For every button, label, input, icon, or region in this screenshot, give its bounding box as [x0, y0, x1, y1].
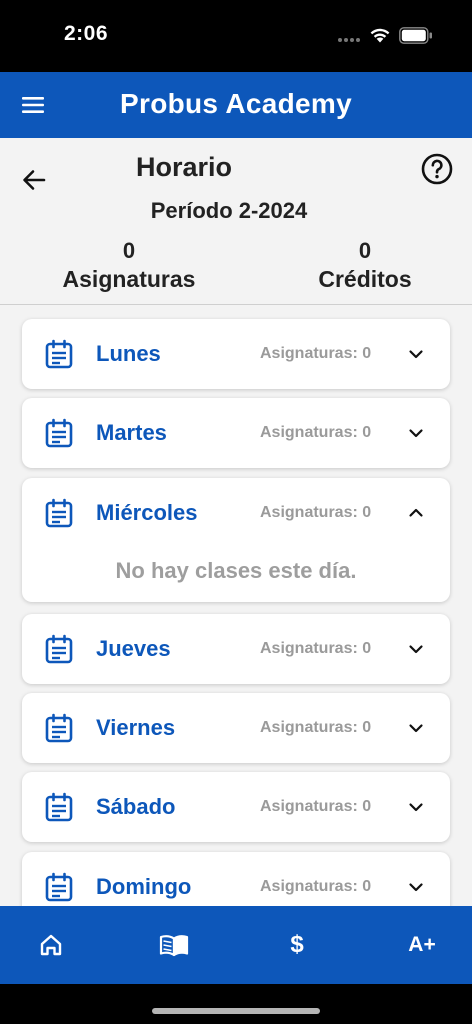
book-icon[interactable] [158, 928, 190, 962]
day-name: Lunes [96, 341, 161, 366]
day-card-sabado[interactable]: Sábado Asignaturas: 0 [22, 772, 450, 842]
chevron-down-icon [409, 350, 423, 359]
home-bar [0, 984, 472, 1024]
subject-count: Asignaturas: 0 [260, 424, 372, 441]
schedule-screen: Horario Período 2-2024 0 Asignaturas 0 C… [0, 138, 472, 906]
help-icon[interactable] [420, 152, 454, 186]
page-title: Horario [135, 152, 233, 182]
subjects-count: 0 [122, 238, 136, 263]
calendar-icon [45, 418, 73, 448]
chevron-down-icon [409, 724, 423, 733]
subject-count: Asignaturas: 0 [260, 640, 372, 657]
subject-count: Asignaturas: 0 [260, 798, 372, 815]
chevron-down-icon [409, 803, 423, 812]
day-card-martes[interactable]: Martes Asignaturas: 0 [22, 398, 450, 468]
bottom-nav: $ A+ [0, 906, 472, 984]
calendar-icon [45, 634, 73, 664]
battery-icon [399, 27, 432, 44]
calendar-icon [45, 339, 73, 369]
subject-count: Asignaturas: 0 [260, 504, 372, 521]
day-name: Domingo [96, 874, 192, 899]
app-bar: Probus Academy [0, 72, 472, 138]
chevron-up-icon [409, 508, 423, 517]
day-name: Viernes [96, 715, 176, 740]
wifi-icon [370, 28, 390, 43]
divider [0, 304, 472, 305]
chevron-down-icon [409, 429, 423, 438]
chevron-down-icon [409, 645, 423, 654]
credits-label: Créditos [318, 266, 412, 292]
day-name: Jueves [96, 636, 171, 661]
subjects-label: Asignaturas [62, 266, 196, 292]
day-card-jueves[interactable]: Jueves Asignaturas: 0 [22, 614, 450, 684]
calendar-icon [45, 792, 73, 822]
status-bar: 2:06 [0, 0, 472, 72]
payments-tab[interactable]: $ [284, 928, 310, 962]
subjects-stat: 0 Asignaturas [44, 238, 214, 294]
day-name: Martes [96, 420, 167, 445]
period-label: Período 2-2024 [150, 198, 308, 223]
day-card-lunes[interactable]: Lunes Asignaturas: 0 [22, 319, 450, 389]
home-indicator[interactable] [152, 1008, 320, 1014]
calendar-icon [45, 498, 73, 528]
subject-count: Asignaturas: 0 [260, 719, 372, 736]
calendar-icon [45, 872, 73, 902]
chevron-down-icon [409, 883, 423, 892]
subject-count: Asignaturas: 0 [260, 878, 372, 895]
day-card-miercoles[interactable]: Miércoles Asignaturas: 0 No hay clases e… [22, 478, 450, 602]
empty-schedule-message: No hay clases este día. [115, 558, 357, 583]
credits-count: 0 [358, 238, 372, 263]
day-name: Miércoles [96, 500, 198, 525]
grades-tab[interactable]: A+ [404, 928, 440, 962]
credits-stat: 0 Créditos [300, 238, 430, 294]
app-title: Probus Academy [120, 88, 352, 119]
calendar-icon [45, 713, 73, 743]
day-name: Sábado [96, 794, 176, 819]
day-card-domingo[interactable]: Domingo Asignaturas: 0 [22, 852, 450, 906]
subject-count: Asignaturas: 0 [260, 345, 372, 362]
status-time: 2:06 [64, 22, 109, 45]
day-card-viernes[interactable]: Viernes Asignaturas: 0 [22, 693, 450, 763]
home-icon[interactable] [37, 928, 65, 962]
signal-icon [338, 38, 364, 42]
